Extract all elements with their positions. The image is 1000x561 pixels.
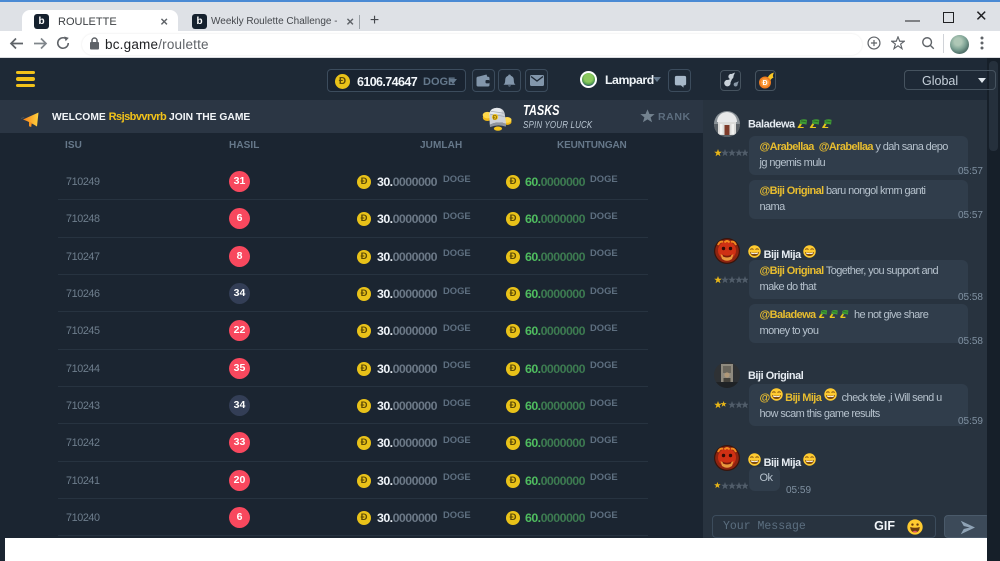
svg-text:Ð: Ð [493,114,498,121]
svg-text:Ð: Ð [762,80,767,87]
